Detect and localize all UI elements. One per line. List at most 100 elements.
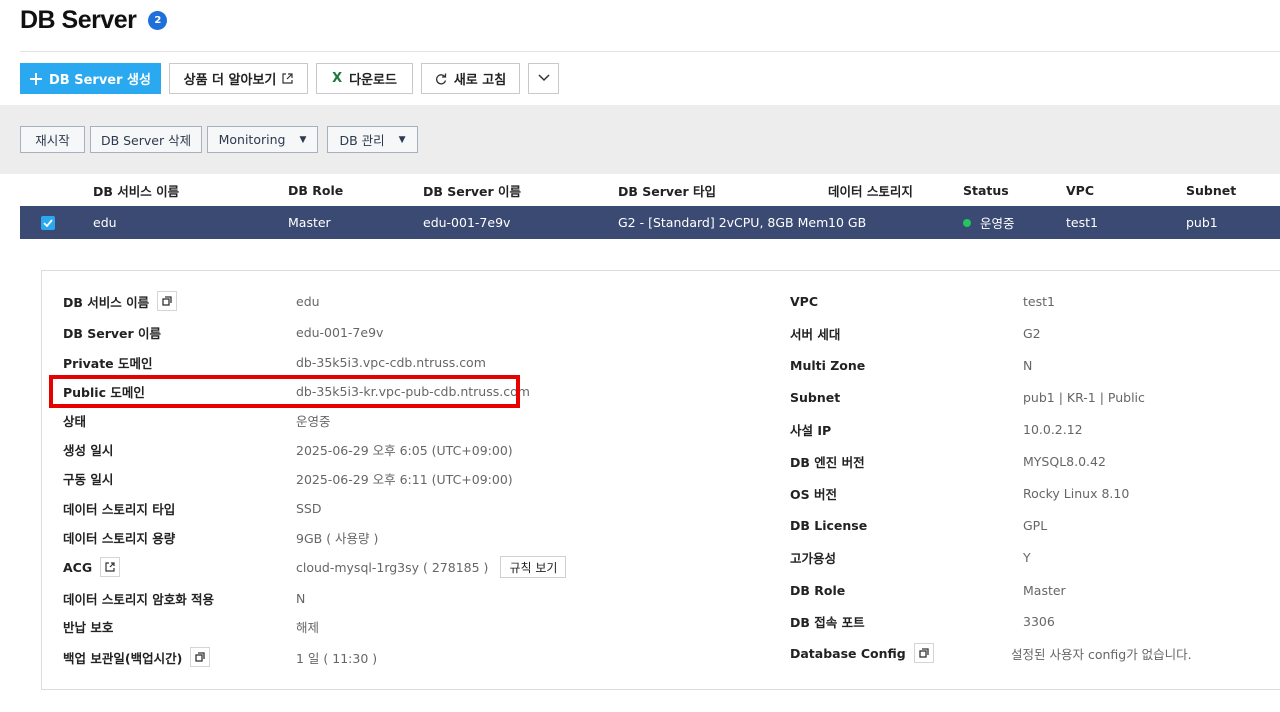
detail-value: 10.0.2.12 [1023, 421, 1083, 437]
detail-panel [41, 270, 1280, 690]
learn-more-button[interactable]: 상품 더 알아보기 [169, 63, 308, 94]
detail-value: pub1 | KR-1 | Public [1023, 389, 1145, 405]
detail-label: DB 엔진 버전 [790, 454, 865, 470]
create-db-server-button[interactable]: DB Server 생성 [20, 63, 161, 94]
detail-label: Database Config [790, 643, 934, 663]
detail-value: SSD [296, 500, 322, 516]
refresh-button[interactable]: 새로 고침 [421, 63, 520, 94]
detail-label: 사설 IP [790, 422, 832, 438]
column-header[interactable]: DB Role [288, 174, 343, 206]
row-role: Master [288, 215, 331, 230]
detail-label-text: ACG [63, 559, 93, 575]
detail-label: 데이터 스토리지 암호화 적용 [63, 591, 215, 607]
row-server-type: G2 - [Standard] 2vCPU, 8GB Mem [618, 215, 829, 230]
detail-label: Private 도메인 [63, 355, 153, 371]
row-checkbox[interactable] [41, 216, 55, 230]
detail-value: edu-001-7e9v [296, 324, 384, 340]
monitoring-dropdown[interactable]: Monitoring ▼ [207, 126, 318, 153]
detail-value: Y [1023, 549, 1031, 565]
detail-value: GPL [1023, 517, 1048, 533]
detail-value: cloud-mysql-1rg3sy ( 278185 ) [296, 559, 489, 575]
column-header[interactable]: 데이터 스토리지 [828, 174, 913, 206]
table-row[interactable]: edu Master edu-001-7e9v G2 - [Standard] … [20, 206, 1280, 239]
detail-label: DB Role [790, 582, 846, 598]
caret-down-icon: ▼ [398, 134, 406, 145]
detail-value: 3306 [1023, 613, 1055, 629]
row-storage: 10 GB [828, 215, 867, 230]
detail-label: 생성 일시 [63, 442, 114, 458]
detail-value: edu [296, 293, 320, 309]
row-server-name: edu-001-7e9v [423, 215, 511, 230]
copy-icon[interactable] [157, 291, 178, 311]
detail-value: MYSQL8.0.42 [1023, 453, 1106, 469]
delete-db-server-button[interactable]: DB Server 삭제 [90, 126, 202, 153]
table-header: DB 서비스 이름 DB Role DB Server 이름 DB Server… [20, 174, 1280, 206]
action-buttons: 재시작 DB Server 삭제 Monitoring ▼ DB 관리 ▼ [20, 126, 418, 153]
detail-value: 설정된 사용자 config가 없습니다. [1011, 646, 1192, 662]
detail-value: 해제 [296, 619, 320, 635]
excel-icon: X [332, 71, 343, 86]
refresh-label: 새로 고침 [453, 73, 507, 88]
status-dot-icon [963, 218, 971, 227]
detail-value: G2 [1023, 325, 1041, 341]
external-link-icon [282, 73, 293, 84]
detail-label: 고가용성 [790, 550, 837, 566]
detail-label: Subnet [790, 389, 841, 405]
column-header[interactable]: DB Server 타입 [618, 174, 716, 206]
row-subnet: pub1 [1186, 215, 1218, 230]
detail-value: test1 [1023, 293, 1055, 309]
detail-value: Master [1023, 582, 1066, 598]
row-status-label: 운영중 [980, 216, 1015, 231]
download-label: 다운로드 [349, 73, 397, 88]
learn-more-label: 상품 더 알아보기 [183, 73, 277, 88]
toolbar: DB Server 생성 상품 더 알아보기 X 다운로드 새로 고침 [20, 63, 559, 95]
plus-icon [30, 72, 43, 85]
detail-value: db-35k5i3.vpc-cdb.ntruss.com [296, 354, 486, 370]
more-dropdown-button[interactable] [528, 63, 559, 94]
detail-label-text: DB 서비스 이름 [63, 294, 150, 310]
detail-value: Rocky Linux 8.10 [1023, 485, 1130, 501]
page-header: DB Server 2 [20, 4, 168, 36]
caret-down-icon: ▼ [299, 134, 307, 145]
restart-button[interactable]: 재시작 [20, 126, 85, 153]
monitoring-label: Monitoring [218, 132, 286, 147]
detail-label: DB Server 이름 [63, 325, 162, 341]
download-button[interactable]: X 다운로드 [316, 63, 413, 94]
detail-value: 1 일 ( 11:30 ) [296, 650, 378, 666]
detail-label: 백업 보관일(백업시간) [63, 647, 211, 667]
detail-value: 9GB ( 사용량 ) [296, 530, 379, 546]
detail-value: 운영중 [296, 413, 331, 429]
detail-label: 구동 일시 [63, 471, 114, 487]
db-manage-label: DB 관리 [339, 133, 385, 148]
detail-label: OS 버전 [790, 486, 837, 502]
detail-label: ACG [63, 557, 121, 577]
detail-value: 2025-06-29 오후 6:05 (UTC+09:00) [296, 442, 513, 458]
view-rules-button[interactable]: 규칙 보기 [500, 556, 567, 578]
detail-value: 2025-06-29 오후 6:11 (UTC+09:00) [296, 471, 513, 487]
header-divider [20, 51, 1280, 52]
detail-label-text: Database Config [790, 645, 906, 661]
detail-label: Multi Zone [790, 357, 866, 373]
column-header[interactable]: Subnet [1186, 174, 1236, 206]
detail-label: 데이터 스토리지 타입 [63, 501, 176, 517]
db-manage-dropdown[interactable]: DB 관리 ▼ [327, 126, 418, 153]
detail-label: DB 접속 포트 [790, 614, 865, 630]
row-status: 운영중 [963, 206, 1015, 239]
detail-label: 반납 보호 [63, 619, 114, 635]
column-header[interactable]: Status [963, 174, 1009, 206]
column-header[interactable]: DB 서비스 이름 [93, 174, 179, 206]
column-header[interactable]: VPC [1066, 174, 1094, 206]
page-title: DB Server [20, 5, 137, 34]
server-count-badge: 2 [148, 10, 168, 30]
detail-label: DB 서비스 이름 [63, 291, 178, 311]
row-service-name: edu [93, 215, 117, 230]
detail-value: N [1023, 357, 1033, 373]
copy-icon[interactable] [913, 643, 934, 663]
external-link-icon[interactable] [100, 557, 121, 577]
detail-value: N [296, 590, 306, 606]
detail-label: 서버 세대 [790, 326, 841, 342]
detail-label: DB License [790, 517, 868, 533]
copy-icon[interactable] [190, 647, 211, 667]
chevron-down-icon [537, 71, 550, 86]
column-header[interactable]: DB Server 이름 [423, 174, 521, 206]
